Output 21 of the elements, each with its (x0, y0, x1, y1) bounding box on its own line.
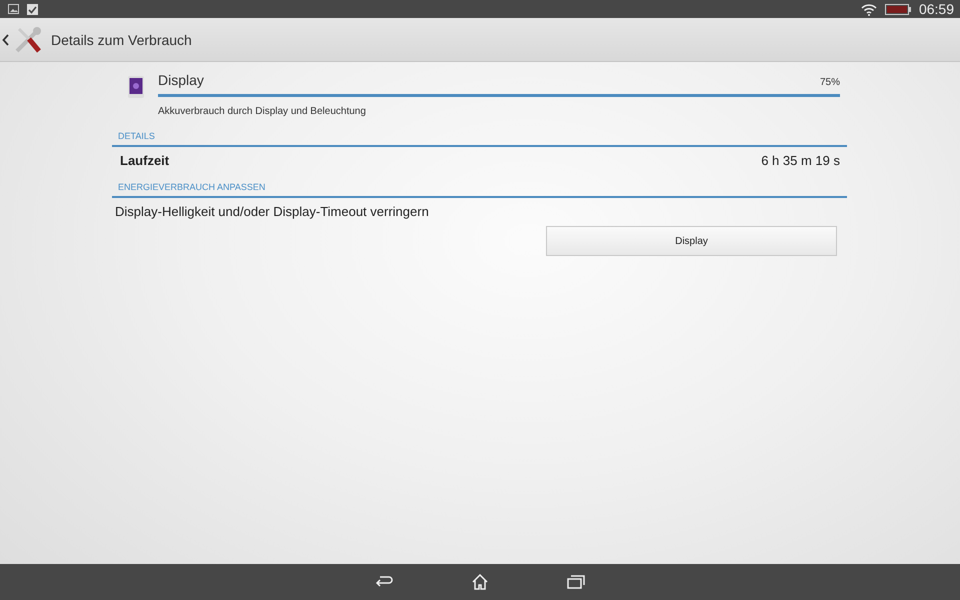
usage-name: Display (158, 72, 204, 88)
wifi-icon (860, 2, 877, 16)
display-icon (128, 76, 144, 98)
back-icon[interactable] (375, 575, 393, 589)
checkbox-notification-icon (27, 4, 38, 14)
home-icon[interactable] (471, 574, 489, 590)
section-heading: DETAILS (112, 131, 847, 147)
battery-icon (884, 4, 911, 14)
picture-notification-icon (8, 4, 19, 14)
usage-description: Akkuverbrauch durch Display und Beleuchtung (158, 106, 367, 117)
tools-icon (13, 24, 43, 54)
screen-title: Details zum Verbrauch (51, 32, 192, 48)
usage-percent: 75% (820, 77, 840, 88)
detail-label: Laufzeit (120, 153, 170, 168)
detail-value: 6 h 35 m 19 s (761, 153, 840, 168)
section-heading: ENERGIEVERBRAUCH ANPASSEN (112, 182, 847, 198)
back-icon[interactable] (2, 34, 9, 46)
recent-apps-icon[interactable] (567, 575, 585, 589)
display-settings-button[interactable]: Display (546, 226, 837, 256)
clock-time: 06:59 (918, 1, 954, 17)
hint-text: Display-Helligkeit und/oder Display-Timeout verringern (115, 204, 430, 219)
